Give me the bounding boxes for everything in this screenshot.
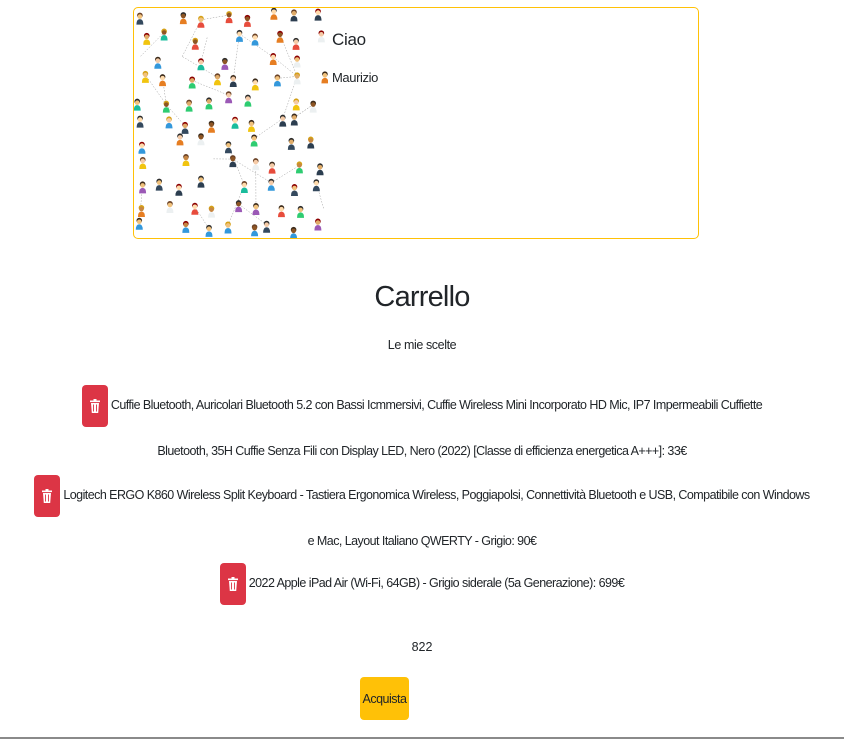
cart-item-text: 2022 Apple iPad Air (Wi-Fi, 64GB) - Grig…: [248, 576, 625, 590]
greeting: Ciao: [332, 30, 366, 49]
people-network-image: [134, 8, 328, 238]
cart-title: Carrello: [374, 281, 470, 313]
delete-item-button[interactable]: [34, 474, 61, 517]
cart-subtitle: Le mie scelte: [387, 338, 457, 352]
cart-item: Logitech ERGO K860 Wireless Split Keyboa…: [0, 472, 844, 564]
username: Maurizio: [332, 70, 378, 85]
delete-item-button[interactable]: [219, 562, 246, 605]
cart-item: 2022 Apple iPad Air (Wi-Fi, 64GB) - Grig…: [0, 560, 844, 606]
cart-item-text: Logitech ERGO K860 Wireless Split Keyboa…: [63, 488, 810, 548]
cart-total: 822: [411, 640, 433, 654]
cart-item-text: Cuffie Bluetooth, Auricolari Bluetooth 5…: [110, 398, 763, 458]
delete-item-button[interactable]: [81, 384, 108, 427]
trash-icon: [42, 488, 53, 503]
cart-item: Cuffie Bluetooth, Auricolari Bluetooth 5…: [0, 382, 844, 474]
profile-card: Ciao Maurizio: [133, 7, 699, 239]
trash-icon: [227, 576, 238, 591]
buy-button[interactable]: Acquista: [360, 677, 409, 720]
trash-icon: [89, 398, 100, 413]
